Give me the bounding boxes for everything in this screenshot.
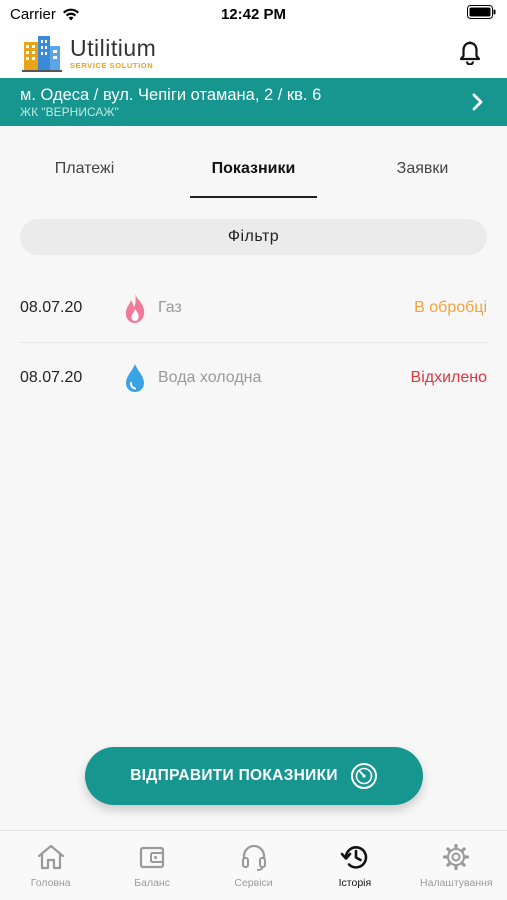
status-bar: Carrier 12:42 PM (0, 0, 507, 28)
history-tabs: Платежі Показники Заявки (0, 140, 507, 198)
tabbar-label: Головна (30, 877, 71, 889)
status-badge: В обробці (414, 299, 487, 316)
wallet-icon (140, 846, 165, 869)
address-selector[interactable]: м. Одеса / вул. Чепіги отамана, 2 / кв. … (0, 78, 507, 126)
building-logo-icon (22, 36, 62, 72)
tabbar-item-balance[interactable]: Баланс (101, 831, 202, 900)
tabbar-label: Історія (338, 877, 372, 889)
address-complex: ЖК "ВЕРНИСАЖ" (20, 105, 119, 119)
notifications-bell-icon[interactable] (455, 38, 485, 68)
app-header: Utilitium SERVICE SOLUTION (0, 28, 507, 78)
logo-title: Utilitium (70, 34, 157, 61)
wifi-icon (62, 8, 79, 20)
send-readings-label: ВІДПРАВИТИ ПОКАЗНИКИ (130, 767, 338, 784)
tabbar-item-history[interactable]: Історія (304, 831, 405, 900)
send-readings-button[interactable]: ВІДПРАВИТИ ПОКАЗНИКИ (85, 747, 423, 805)
battery-icon (467, 5, 497, 23)
carrier-label: Carrier (10, 5, 56, 23)
tabbar-item-settings[interactable]: Налаштування (406, 831, 507, 900)
row-date: 08.07.20 (20, 299, 83, 316)
bottom-tab-bar: Головна Баланс Сервіси Історія Налаштува… (0, 830, 507, 900)
address-text: м. Одеса / вул. Чепіги отамана, 2 / кв. … (20, 85, 321, 119)
row-service-name: Вода холодна (158, 368, 262, 386)
list-item[interactable]: 08.07.20 Вода холодна Відхилено (20, 343, 487, 412)
history-icon (340, 846, 368, 869)
tabbar-item-services[interactable]: Сервіси (203, 831, 304, 900)
status-badge: Відхилено (410, 368, 487, 386)
filter-button[interactable]: Фільтр (20, 219, 487, 255)
tab-readings[interactable]: Показники (169, 140, 338, 198)
tabbar-label: Баланс (134, 877, 170, 889)
headset-icon (241, 844, 266, 871)
flame-icon (112, 292, 158, 324)
meter-gauge-icon (350, 763, 377, 789)
tabbar-label: Сервіси (234, 877, 273, 889)
row-date: 08.07.20 (20, 368, 83, 386)
address-main: м. Одеса / вул. Чепіги отамана, 2 / кв. … (20, 86, 322, 104)
chevron-right-icon (467, 90, 487, 114)
home-icon (37, 844, 64, 870)
list-item[interactable]: 08.07.20 Газ В обробці (20, 274, 487, 343)
water-drop-icon (112, 363, 158, 393)
app-logo: Utilitium SERVICE SOLUTION (22, 34, 156, 72)
tabbar-item-home[interactable]: Головна (0, 831, 101, 900)
row-service-name: Газ (158, 299, 182, 316)
readings-list: 08.07.20 Газ В обробці 08.07.20 Вода хол… (20, 274, 487, 412)
tab-requests[interactable]: Заявки (338, 140, 507, 198)
tabbar-label: Налаштування (420, 877, 493, 889)
carrier-info: Carrier (10, 6, 80, 23)
tab-payments[interactable]: Платежі (0, 140, 169, 198)
logo-subtitle: SERVICE SOLUTION (70, 60, 154, 70)
gear-icon (443, 843, 470, 871)
